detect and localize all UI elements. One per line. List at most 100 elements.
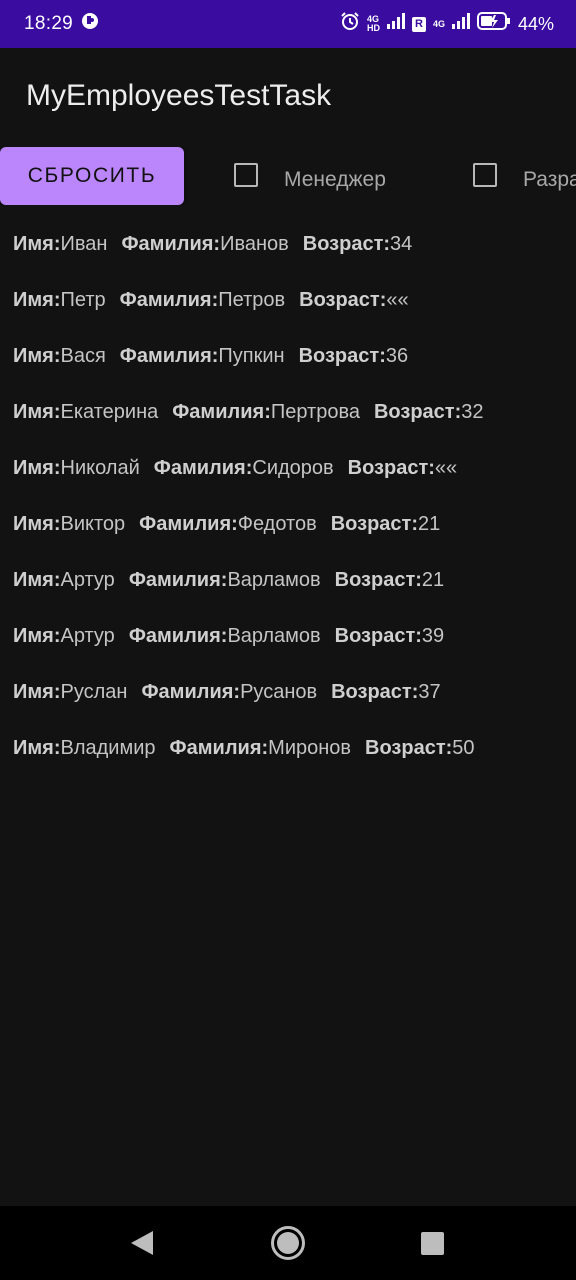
employee-age: 21 (418, 512, 441, 535)
surname-label: Фамилия: (119, 288, 219, 311)
battery-charging-icon (476, 12, 511, 36)
employee-surname: Пупкин (218, 344, 285, 367)
back-button[interactable] (102, 1206, 182, 1280)
employee-surname: Сидоров (252, 456, 334, 479)
employee-name: Артур (60, 624, 115, 647)
status-time: 18:29 (24, 13, 74, 34)
surname-label: Фамилия: (141, 680, 241, 703)
surname-label: Фамилия: (153, 456, 253, 479)
name-label: Имя: (13, 736, 61, 759)
manager-checkbox[interactable] (234, 163, 258, 187)
employee-name: Артур (60, 568, 115, 591)
name-label: Имя: (13, 624, 61, 647)
filter-row: СБРОСИТЬ Менеджер Разработчик (0, 147, 576, 205)
employee-row[interactable]: Имя: Иван Фамилия: Иванов Возраст: 34 (0, 216, 576, 272)
employee-row[interactable]: Имя: Вася Фамилия: Пупкин Возраст: 36 (0, 328, 576, 384)
age-label: Возраст: (302, 232, 391, 255)
employee-surname: Русанов (240, 680, 318, 703)
network-type-1: 4G HD (367, 15, 380, 33)
employee-name: Николай (60, 456, 140, 479)
employee-row[interactable]: Имя: Артур Фамилия: Варламов Возраст: 39 (0, 608, 576, 664)
back-icon (131, 1231, 153, 1255)
employee-name: Екатерина (60, 400, 159, 423)
employee-name: Руслан (60, 680, 128, 703)
name-label: Имя: (13, 400, 61, 423)
navigation-bar (0, 1206, 576, 1280)
employee-row[interactable]: Имя: Екатерина Фамилия: Пертрова Возраст: 32 (0, 384, 576, 440)
employee-name: Иван (60, 232, 108, 255)
age-label: Возраст: (298, 344, 386, 367)
name-label: Имя: (13, 288, 61, 311)
name-label: Имя: (13, 680, 61, 703)
app-title: MyEmployeesTestTask (26, 79, 332, 112)
network-type-2: 4G (432, 18, 445, 29)
employee-surname: Варламов (227, 624, 321, 647)
reset-button[interactable]: СБРОСИТЬ (0, 147, 184, 205)
employee-surname: Пертрова (270, 400, 360, 423)
surname-label: Фамилия: (128, 568, 228, 591)
developer-checkbox[interactable] (473, 163, 497, 187)
name-label: Имя: (13, 232, 61, 255)
surname-label: Фамилия: (121, 232, 221, 255)
employee-surname: Миронов (268, 736, 352, 759)
employee-age: «« (386, 288, 409, 311)
battery-percent: 44% (517, 13, 554, 34)
age-label: Возраст: (365, 736, 453, 759)
age-label: Возраст: (373, 400, 462, 423)
manager-filter[interactable]: Менеджер (234, 147, 386, 205)
surname-label: Фамилия: (119, 344, 219, 367)
employee-name: Петр (60, 288, 106, 311)
recents-button[interactable] (392, 1206, 472, 1280)
notification-app-icon (81, 12, 99, 36)
surname-label: Фамилия: (128, 624, 228, 647)
employee-age: 32 (461, 400, 484, 423)
employee-row[interactable]: Имя: Петр Фамилия: Петров Возраст: «« (0, 272, 576, 328)
employee-row[interactable]: Имя: Артур Фамилия: Варламов Возраст: 21 (0, 552, 576, 608)
employee-surname: Петров (218, 288, 286, 311)
age-label: Возраст: (330, 512, 418, 535)
employee-name: Вася (60, 344, 106, 367)
employee-row[interactable]: Имя: Виктор Фамилия: Федотов Возраст: 21 (0, 496, 576, 552)
developer-filter[interactable]: Разработчик (473, 147, 576, 205)
employee-surname: Варламов (227, 568, 321, 591)
network-hd-label: HD (366, 23, 380, 33)
employee-row[interactable]: Имя: Руслан Фамилия: Русанов Возраст: 37 (0, 664, 576, 720)
employee-surname: Федотов (237, 512, 317, 535)
surname-label: Фамилия: (169, 736, 269, 759)
employee-age: «« (434, 456, 458, 479)
employee-name: Виктор (60, 512, 126, 535)
alarm-icon (340, 11, 360, 37)
surname-label: Фамилия: (172, 400, 271, 423)
manager-checkbox-label[interactable]: Менеджер (284, 168, 386, 192)
surname-label: Фамилия: (139, 512, 238, 535)
employee-row[interactable]: Имя: Владимир Фамилия: Миронов Возраст: 50 (0, 720, 576, 776)
app-bar: MyEmployeesTestTask (0, 48, 576, 144)
status-bar: 18:29 4G HD R 4G 44% (0, 0, 576, 48)
recents-icon (420, 1231, 444, 1255)
age-label: Возраст: (347, 456, 435, 479)
name-label: Имя: (13, 512, 61, 535)
home-button[interactable] (248, 1206, 328, 1280)
signal-strength-icon (386, 13, 405, 35)
employee-name: Владимир (60, 736, 156, 759)
employee-list: Имя: Иван Фамилия: Иванов Возраст: 34 Имя: Пет… (0, 216, 576, 776)
developer-checkbox-label[interactable]: Разработчик (523, 168, 576, 192)
age-label: Возраст: (334, 624, 422, 647)
name-label: Имя: (13, 456, 61, 479)
roaming-badge: R (411, 16, 426, 32)
name-label: Имя: (13, 344, 61, 367)
age-label: Возраст: (299, 288, 387, 311)
signal-strength-icon (451, 13, 470, 35)
employee-row[interactable]: Имя: Николай Фамилия: Сидоров Возраст: «« (0, 440, 576, 496)
name-label: Имя: (13, 568, 61, 591)
employee-surname: Иванов (220, 232, 289, 255)
home-icon (271, 1226, 305, 1260)
age-label: Возраст: (331, 680, 419, 703)
employee-age: 37 (418, 680, 441, 703)
employee-age: 39 (421, 624, 445, 647)
employee-age: 21 (421, 568, 445, 591)
employee-age: 36 (385, 344, 409, 367)
employee-age: 50 (452, 736, 475, 759)
employee-age: 34 (390, 232, 413, 255)
age-label: Возраст: (334, 568, 422, 591)
